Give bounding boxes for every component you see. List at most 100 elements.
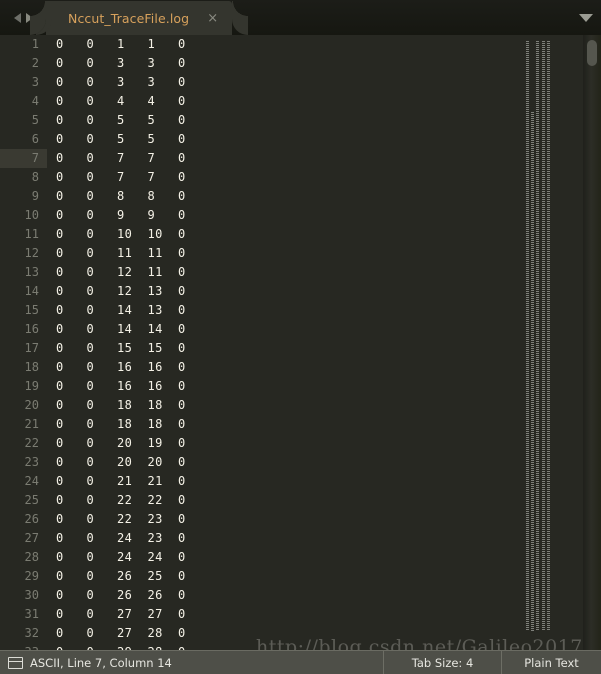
line-content[interactable]: 0 0 26 25 0: [47, 567, 186, 586]
line-content[interactable]: 0 0 14 13 0: [47, 301, 186, 320]
line-content[interactable]: 0 0 16 16 0: [47, 358, 186, 377]
code-line[interactable]: 3 0 0 3 3 0: [0, 73, 520, 92]
code-line[interactable]: 14 0 0 12 13 0: [0, 282, 520, 301]
code-line[interactable]: 31 0 0 27 27 0: [0, 605, 520, 624]
line-number: 5: [31, 113, 39, 127]
line-content[interactable]: 0 0 22 23 0: [47, 510, 186, 529]
code-line[interactable]: 23 0 0 20 20 0: [0, 453, 520, 472]
code-line[interactable]: 5 0 0 5 5 0: [0, 111, 520, 130]
status-syntax[interactable]: Plain Text: [501, 651, 601, 674]
code-line[interactable]: 29 0 0 26 25 0: [0, 567, 520, 586]
status-position[interactable]: ASCII, Line 7, Column 14: [30, 656, 383, 670]
code-line[interactable]: 15 0 0 14 13 0: [0, 301, 520, 320]
line-number: 4: [31, 94, 39, 108]
line-number: 8: [31, 170, 39, 184]
line-content[interactable]: 0 0 9 9 0: [47, 206, 186, 225]
code-line[interactable]: 16 0 0 14 14 0: [0, 320, 520, 339]
code-line[interactable]: 9 0 0 8 8 0: [0, 187, 520, 206]
line-content[interactable]: 0 0 27 28 0: [47, 624, 186, 643]
line-number: 25: [24, 493, 39, 507]
code-line[interactable]: 18 0 0 16 16 0: [0, 358, 520, 377]
sublime-text-window: Nccut_TraceFile.log × 1 0 0 1 1 0 2 0 0 3 3…: [0, 0, 601, 674]
line-number: 24: [24, 474, 39, 488]
line-content[interactable]: 0 0 15 15 0: [47, 339, 186, 358]
line-content[interactable]: 0 0 27 27 0: [47, 605, 186, 624]
line-number: 26: [24, 512, 39, 526]
line-content[interactable]: 0 0 21 21 0: [47, 472, 186, 491]
line-content[interactable]: 0 0 5 5 0: [47, 130, 186, 149]
code-line[interactable]: 22 0 0 20 19 0: [0, 434, 520, 453]
code-line[interactable]: 20 0 0 18 18 0: [0, 396, 520, 415]
minimap[interactable]: [520, 35, 583, 650]
code-line[interactable]: 11 0 0 10 10 0: [0, 225, 520, 244]
code-line[interactable]: 70 0 7 7 0: [0, 149, 520, 168]
minimap-stripe: [536, 41, 539, 631]
line-number: 11: [24, 227, 39, 241]
line-content[interactable]: 0 0 1 1 0: [47, 35, 186, 54]
line-number: 31: [24, 607, 39, 621]
status-tab-size[interactable]: Tab Size: 4: [383, 651, 501, 674]
line-content[interactable]: 0 0 4 4 0: [47, 92, 186, 111]
code-line[interactable]: 32 0 0 27 28 0: [0, 624, 520, 643]
line-content[interactable]: 0 0 7 7 0: [47, 168, 186, 187]
line-number: 9: [31, 189, 39, 203]
caret-down-icon: [578, 13, 593, 22]
code-line[interactable]: 26 0 0 22 23 0: [0, 510, 520, 529]
code-line[interactable]: 24 0 0 21 21 0: [0, 472, 520, 491]
line-content[interactable]: 0 0 8 8 0: [47, 187, 186, 206]
code-line[interactable]: 10 0 0 9 9 0: [0, 206, 520, 225]
line-content[interactable]: 0 0 16 16 0: [47, 377, 186, 396]
code-line[interactable]: 6 0 0 5 5 0: [0, 130, 520, 149]
line-content[interactable]: 0 0 5 5 0: [47, 111, 186, 130]
code-line[interactable]: 17 0 0 15 15 0: [0, 339, 520, 358]
line-number: 33: [0, 643, 47, 650]
line-content[interactable]: 0 0 3 3 0: [47, 54, 186, 73]
triangle-left-icon[interactable]: [13, 12, 21, 23]
vertical-scrollbar[interactable]: [583, 35, 601, 650]
close-icon[interactable]: ×: [207, 12, 218, 25]
code-line[interactable]: 1 0 0 1 1 0: [0, 35, 520, 54]
line-number: 16: [24, 322, 39, 336]
line-content[interactable]: 0 0 24 23 0: [47, 529, 186, 548]
code-line[interactable]: 21 0 0 18 18 0: [0, 415, 520, 434]
code-line[interactable]: 28 0 0 24 24 0: [0, 548, 520, 567]
code-line[interactable]: 8 0 0 7 7 0: [0, 168, 520, 187]
code-line[interactable]: 12 0 0 11 11 0: [0, 244, 520, 263]
code-line[interactable]: 330 0 29 28 0: [0, 643, 520, 650]
line-content[interactable]: 0 0 26 26 0: [47, 586, 186, 605]
line-number: 15: [24, 303, 39, 317]
line-content[interactable]: 0 0 11 11 0: [47, 244, 186, 263]
line-number: 7: [0, 149, 47, 168]
code-line[interactable]: 2 0 0 3 3 0: [0, 54, 520, 73]
line-content[interactable]: 0 0 20 19 0: [47, 434, 186, 453]
line-number: 29: [24, 569, 39, 583]
scrollbar-thumb[interactable]: [587, 40, 597, 66]
line-content[interactable]: 0 0 20 20 0: [47, 453, 186, 472]
code-line[interactable]: 13 0 0 12 11 0: [0, 263, 520, 282]
tab-list-dropdown-button[interactable]: [570, 0, 601, 35]
code-line[interactable]: 30 0 0 26 26 0: [0, 586, 520, 605]
line-number: 1: [31, 37, 39, 51]
code-line[interactable]: 4 0 0 4 4 0: [0, 92, 520, 111]
code-line[interactable]: 27 0 0 24 23 0: [0, 529, 520, 548]
line-content[interactable]: 0 0 7 7 0: [47, 149, 186, 168]
line-content[interactable]: 0 0 14 14 0: [47, 320, 186, 339]
line-number: 18: [24, 360, 39, 374]
line-content[interactable]: 0 0 22 22 0: [47, 491, 186, 510]
code-line[interactable]: 25 0 0 22 22 0: [0, 491, 520, 510]
line-content[interactable]: 0 0 29 28 0: [47, 643, 186, 650]
editor-tab-nccut-tracefile-log[interactable]: Nccut_TraceFile.log ×: [29, 1, 249, 35]
line-number: 21: [24, 417, 39, 431]
line-number: 6: [31, 132, 39, 146]
line-content[interactable]: 0 0 12 11 0: [47, 263, 186, 282]
line-content[interactable]: 0 0 24 24 0: [47, 548, 186, 567]
line-number: 23: [24, 455, 39, 469]
line-content[interactable]: 0 0 3 3 0: [47, 73, 186, 92]
line-content[interactable]: 0 0 12 13 0: [47, 282, 186, 301]
line-content[interactable]: 0 0 18 18 0: [47, 396, 186, 415]
code-area[interactable]: 1 0 0 1 1 0 2 0 0 3 3 0 3 0 0 3 3 0 4 0 0 4 4 0…: [0, 35, 520, 650]
code-line[interactable]: 19 0 0 16 16 0: [0, 377, 520, 396]
line-content[interactable]: 0 0 10 10 0: [47, 225, 186, 244]
panel-toggle-icon[interactable]: [0, 656, 30, 669]
line-content[interactable]: 0 0 18 18 0: [47, 415, 186, 434]
